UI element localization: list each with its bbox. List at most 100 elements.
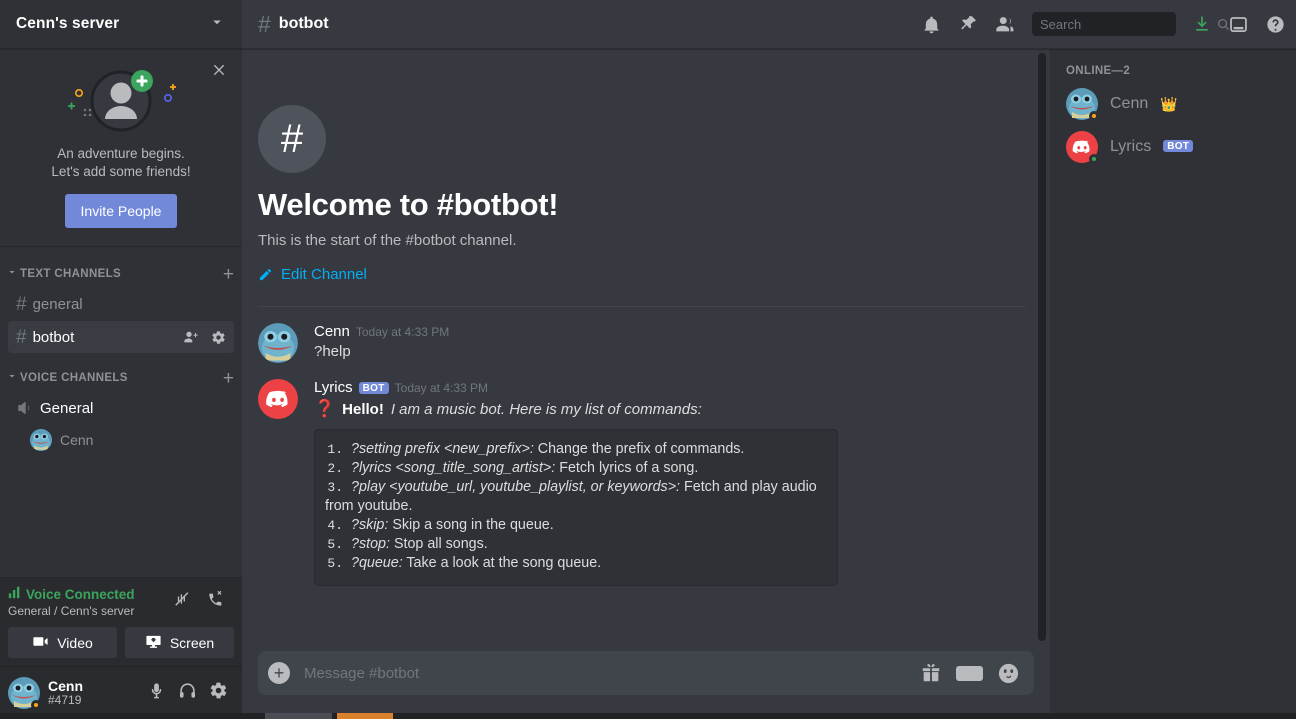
video-button-label: Video <box>57 634 93 651</box>
headphones-icon[interactable] <box>178 681 197 705</box>
category-label: TEXT CHANNELS <box>20 268 122 280</box>
help-icon[interactable] <box>1265 14 1286 35</box>
command-description: Take a look at the song queue. <box>406 555 602 571</box>
taskbar-item-active[interactable] <box>337 713 393 719</box>
avatar[interactable] <box>8 677 41 710</box>
voice-status-subtitle: General / Cenn's server <box>8 604 135 618</box>
screen-share-icon <box>145 633 162 653</box>
message-column: # Welcome to #botbot! This is the start … <box>242 49 1050 719</box>
channel-list: TEXT CHANNELS + # general # botbot VOICE… <box>0 247 242 577</box>
chevron-down-icon[interactable] <box>208 13 226 36</box>
search-input[interactable] <box>1040 16 1216 32</box>
search-box[interactable] <box>1032 12 1229 36</box>
member-row-cenn[interactable]: Cenn 👑 <box>1058 83 1288 125</box>
avatar[interactable] <box>258 379 298 419</box>
command-description: Fetch lyrics of a song. <box>559 460 699 476</box>
emoji-icon[interactable] <box>997 662 1020 685</box>
category-text-channels[interactable]: TEXT CHANNELS + <box>0 261 242 287</box>
members-icon[interactable] <box>994 13 1016 35</box>
category-voice-channels[interactable]: VOICE CHANNELS + <box>0 365 242 391</box>
message-item: Lyrics BOT Today at 4:33 PM ❓ Hello! I a… <box>242 363 1050 586</box>
chevron-down-icon <box>6 265 18 283</box>
signal-slash-icon[interactable] <box>172 589 192 614</box>
screen-button-label: Screen <box>169 634 215 651</box>
screen-share-button[interactable]: Screen <box>125 627 234 658</box>
voice-status-label: Voice Connected <box>26 586 135 602</box>
inbox-icon[interactable] <box>1228 14 1249 35</box>
edit-channel-link[interactable]: Edit Channel <box>258 266 367 283</box>
chevron-down-icon <box>6 369 18 387</box>
message-scrollbar[interactable] <box>1034 49 1050 651</box>
video-button[interactable]: Video <box>8 627 117 658</box>
member-row-lyrics[interactable]: Lyrics BOT <box>1058 126 1288 168</box>
command-list: 1. ?setting prefix <new_prefix>: Change t… <box>325 440 827 573</box>
voice-member-name: Cenn <box>60 432 94 448</box>
video-camera-icon <box>32 633 49 653</box>
invite-line-2: Let's add some friends! <box>51 164 191 179</box>
message-input-box[interactable]: + GIF <box>258 651 1034 695</box>
scrollbar-thumb[interactable] <box>1038 53 1046 641</box>
server-header[interactable]: Cenn's server <box>0 0 242 49</box>
voice-status: Voice Connected <box>8 586 135 602</box>
invite-card: An adventure begins. Let's add some frie… <box>0 49 242 247</box>
current-user-tag: #4719 <box>48 693 82 707</box>
bot-badge: BOT <box>1163 140 1194 152</box>
current-user-bar: Cenn #4719 <box>0 666 242 719</box>
add-member-icon[interactable] <box>183 329 199 345</box>
channel-name: botbot <box>32 328 75 346</box>
message-item: Cenn Today at 4:33 PM ?help <box>242 307 1050 363</box>
list-number: 3. <box>327 480 343 495</box>
sidebar-channel-general-voice[interactable]: General <box>8 392 234 424</box>
gear-icon[interactable] <box>211 330 226 345</box>
invite-people-button[interactable]: Invite People <box>64 194 178 228</box>
message-input[interactable] <box>304 664 921 682</box>
bell-icon[interactable] <box>921 14 942 35</box>
member-name: Lyrics <box>1110 138 1152 155</box>
message-scroll-area: # Welcome to #botbot! This is the start … <box>242 49 1050 651</box>
list-number: 5. <box>327 556 343 571</box>
bot-greeting-italic: I am a music bot. Here is my list of com… <box>390 401 702 418</box>
signal-bars-icon <box>8 586 21 602</box>
command-syntax: ?play <youtube_url, youtube_playlist, or… <box>351 479 681 495</box>
hash-icon: # <box>258 10 271 37</box>
avatar <box>1066 131 1099 164</box>
hash-icon: # <box>16 326 27 348</box>
gif-icon[interactable]: GIF <box>956 665 983 681</box>
microphone-icon[interactable] <box>147 681 166 705</box>
plus-circle-icon[interactable]: + <box>268 662 290 684</box>
message-author[interactable]: Cenn <box>314 323 350 340</box>
sidebar-channel-botbot[interactable]: # botbot <box>8 321 234 353</box>
list-number: 2. <box>327 461 343 476</box>
gift-icon[interactable] <box>920 662 942 684</box>
main-content: # botbot Search # Welcome to #botbot! Th… <box>242 0 1296 719</box>
inbox-download-icon[interactable] <box>1192 14 1212 34</box>
member-list-category: ONLINE—2 <box>1066 65 1131 77</box>
plus-icon[interactable]: + <box>223 265 234 284</box>
taskbar-item-inactive[interactable] <box>265 713 332 719</box>
plus-icon[interactable]: + <box>223 369 234 388</box>
os-taskbar <box>0 713 1296 719</box>
pin-icon[interactable] <box>958 14 978 34</box>
command-syntax: ?lyrics <song_title_song_artist>: <box>351 460 556 476</box>
message-input-area: + GIF <box>242 651 1050 719</box>
avatar <box>1066 88 1099 121</box>
member-name: Cenn <box>1110 95 1149 112</box>
page-title: botbot <box>278 15 329 32</box>
avatar <box>30 429 52 451</box>
command-syntax: ?stop: <box>351 536 390 552</box>
command-list-block: 1. ?setting prefix <new_prefix>: Change t… <box>314 429 838 586</box>
gear-icon[interactable] <box>209 681 228 705</box>
channel-name: General <box>40 399 94 417</box>
sidebar-channel-general[interactable]: # general <box>8 288 234 320</box>
voice-connected-panel: Voice Connected General / Cenn's server <box>0 577 242 666</box>
message-author[interactable]: Lyrics <box>314 379 353 396</box>
avatar[interactable] <box>258 323 298 363</box>
command-description: Change the prefix of commands. <box>537 441 745 457</box>
message-timestamp: Today at 4:33 PM <box>355 325 450 339</box>
command-syntax: ?queue: <box>351 555 403 571</box>
invite-illustration <box>0 65 242 137</box>
phone-hangup-icon[interactable] <box>206 589 226 614</box>
voice-member-cenn[interactable]: Cenn <box>30 426 234 454</box>
list-number: 1. <box>327 442 343 457</box>
status-badge <box>1089 111 1099 121</box>
